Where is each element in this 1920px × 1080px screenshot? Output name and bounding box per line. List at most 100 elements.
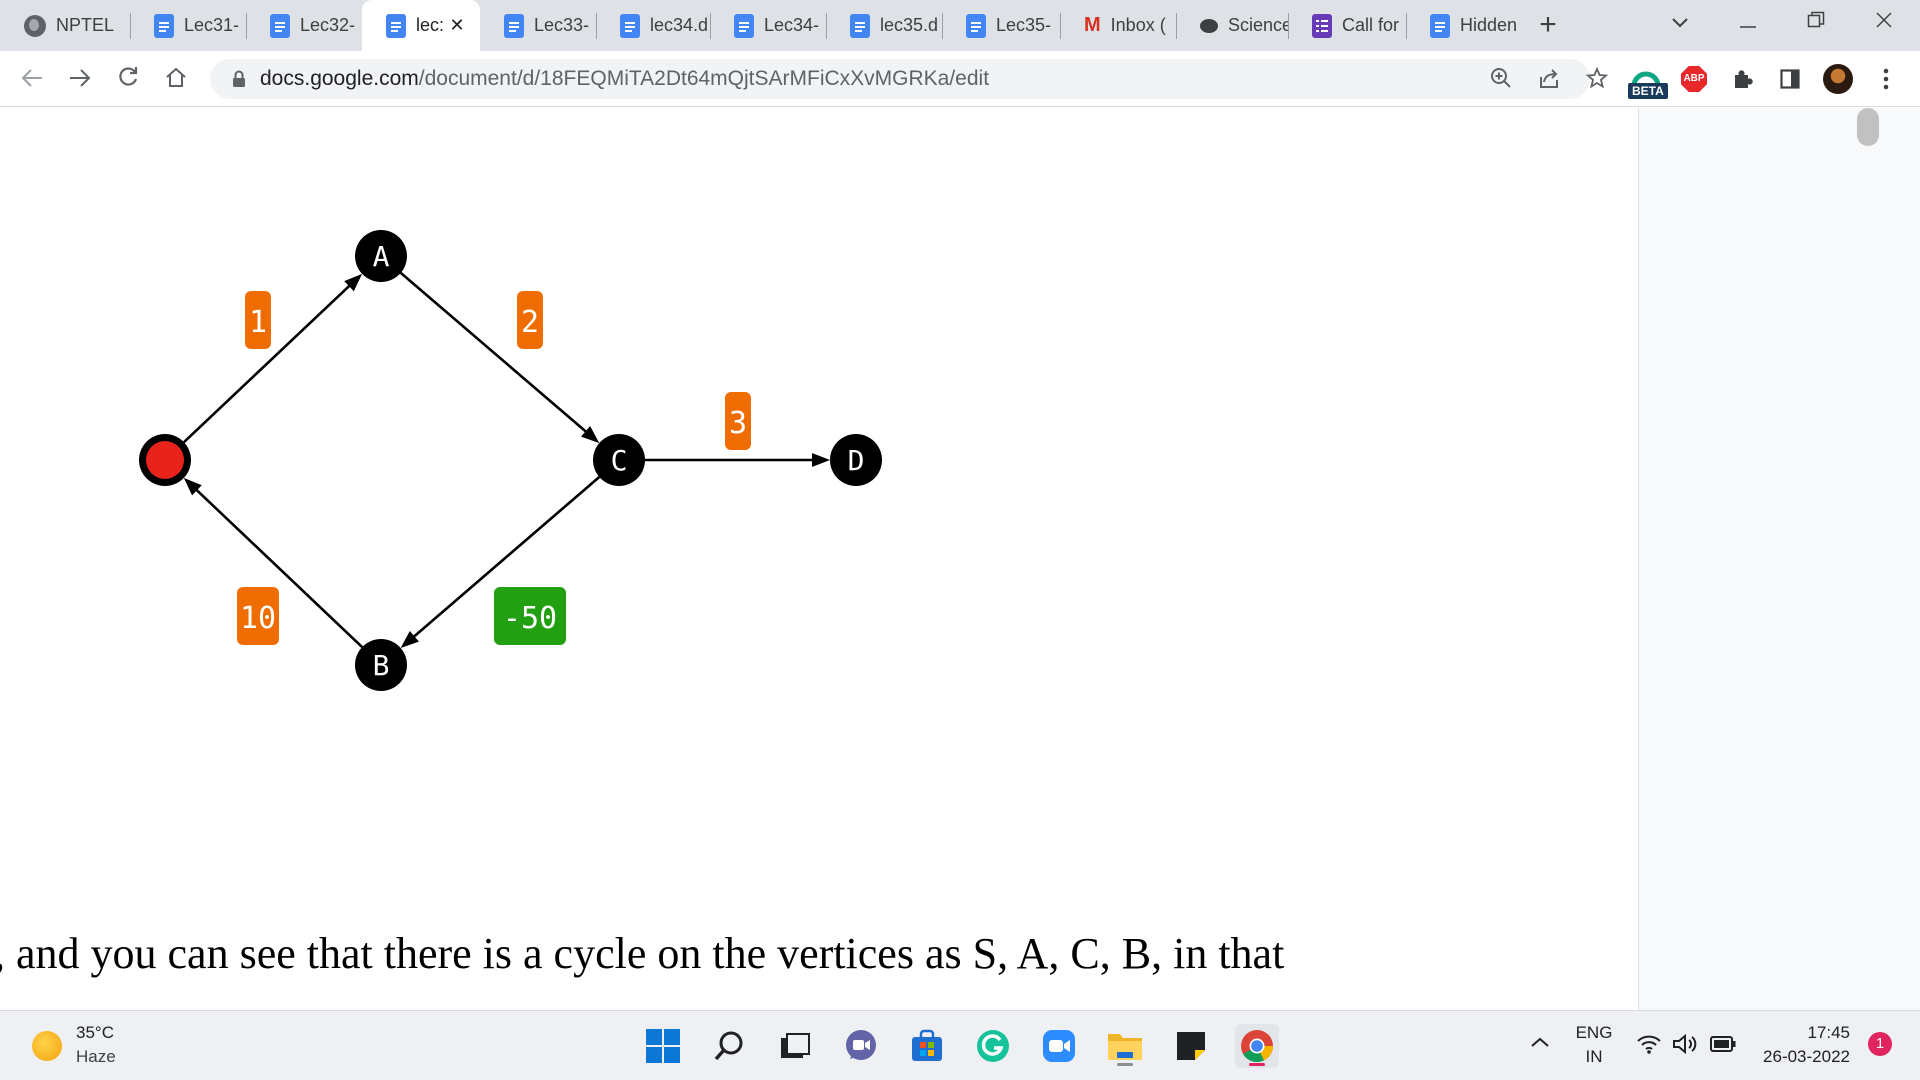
tab-label: Lec32- — [300, 15, 356, 35]
tab-close-icon[interactable]: ✕ — [446, 14, 468, 36]
graph-node: B — [355, 639, 407, 691]
tab-label: Science — [1228, 15, 1288, 35]
profile-avatar[interactable] — [1820, 61, 1856, 97]
language-secondary[interactable]: IN — [1572, 1047, 1616, 1067]
tab-search-chevron-icon[interactable] — [1650, 0, 1710, 44]
docs-icon — [504, 13, 524, 38]
side-panel-icon[interactable] — [1772, 61, 1808, 97]
home-icon[interactable] — [156, 59, 196, 99]
edge-weight-label: 1 — [245, 291, 271, 349]
tab-separator — [826, 13, 827, 39]
clock-date[interactable]: 26-03-2022 — [1750, 1047, 1850, 1067]
browser-tab[interactable]: Lec33- — [480, 0, 596, 51]
edge-weight-label: 3 — [725, 392, 751, 450]
forward-arrow-icon[interactable] — [60, 59, 100, 99]
edge-weight-text: -50 — [503, 601, 557, 636]
edge-arrowhead — [812, 453, 830, 467]
tab-label: NPTEL — [56, 15, 115, 35]
bookmark-star-icon[interactable] — [1584, 66, 1610, 93]
graph-diagram: 1 2 3 -50 10 A B C D — [139, 230, 882, 691]
docs-side-panel — [1638, 108, 1920, 1010]
weather-sun-icon[interactable] — [32, 1031, 62, 1061]
graph-node: D — [830, 434, 882, 486]
browser-tab[interactable]: Lec35- — [942, 0, 1060, 51]
language-primary[interactable]: ENG — [1572, 1023, 1616, 1043]
browser-tab[interactable]: NPTEL — [0, 0, 130, 51]
browser-tab[interactable]: Lec31- — [130, 0, 246, 51]
graph-edge-labels: 1 2 3 -50 10 — [237, 291, 751, 645]
browser-tab[interactable]: Call for — [1288, 0, 1406, 51]
extensions-puzzle-icon[interactable] — [1724, 61, 1760, 97]
tab-label: Lec33- — [534, 15, 590, 35]
edge-line — [399, 271, 591, 437]
browser-tab[interactable]: M Inbox ( — [1060, 0, 1176, 51]
grammarly-icon[interactable] — [971, 1024, 1015, 1068]
zoom-app-icon[interactable] — [1037, 1024, 1081, 1068]
task-view-icon[interactable] — [773, 1024, 817, 1068]
tab-separator — [130, 13, 131, 39]
show-hidden-icons-chevron-icon[interactable] — [1528, 1031, 1552, 1060]
address-bar[interactable]: docs.google.com/document/d/18FEQMiTA2Dt6… — [210, 59, 1609, 99]
graph-edge — [645, 453, 830, 467]
graph-edge — [183, 273, 363, 444]
tab-label: lec: — [416, 15, 445, 35]
lock-icon[interactable] — [232, 70, 246, 88]
restore-button[interactable] — [1786, 0, 1846, 44]
edge-weight-label: -50 — [494, 587, 566, 645]
tab-label: Lec34- — [764, 15, 820, 35]
file-explorer-icon[interactable] — [1103, 1024, 1147, 1068]
edge-weight-label: 10 — [237, 587, 279, 645]
edge-weight-text: 2 — [521, 305, 539, 340]
back-arrow-icon[interactable] — [12, 59, 52, 99]
browser-tab[interactable]: lec: ✕ — [362, 0, 480, 51]
edge-weight-text: 3 — [729, 406, 747, 441]
beta-badge: BETA — [1628, 83, 1668, 99]
chat-icon — [1200, 18, 1218, 33]
docs-icon — [966, 13, 986, 38]
tab-strip: NPTEL Lec31- Lec32- lec: ✕ Lec33- lec34.d Lec34… — [0, 0, 1920, 51]
adblock-plus-icon[interactable]: ABP — [1676, 61, 1712, 97]
scrollbar-thumb[interactable] — [1857, 108, 1879, 146]
browser-tab[interactable]: lec34.d — [596, 0, 710, 51]
reload-icon[interactable] — [108, 59, 148, 99]
weather-temperature[interactable]: 35°C — [76, 1023, 114, 1043]
new-tab-button[interactable]: + — [1530, 8, 1566, 44]
search-icon[interactable] — [707, 1024, 751, 1068]
document-canvas[interactable]: 1 2 3 -50 10 A B C D , and you can see that ther… — [0, 108, 1638, 1010]
microsoft-store-icon[interactable] — [905, 1024, 949, 1068]
tab-separator — [1176, 13, 1177, 39]
graph-node: C — [593, 434, 645, 486]
browser-tab[interactable]: Lec34- — [710, 0, 826, 51]
node-label: C — [611, 444, 628, 477]
close-window-button[interactable] — [1854, 0, 1914, 44]
share-icon[interactable] — [1536, 67, 1562, 93]
running-indicator — [1117, 1063, 1133, 1066]
clock-time[interactable]: 17:45 — [1750, 1023, 1850, 1043]
zoom-icon[interactable] — [1488, 67, 1514, 93]
notification-badge[interactable]: 1 — [1868, 1032, 1892, 1056]
chrome-icon[interactable] — [1235, 1024, 1279, 1068]
tab-label: lec34.d — [650, 15, 709, 35]
browser-tab[interactable]: Lec32- — [246, 0, 362, 51]
wifi-icon[interactable] — [1636, 1033, 1662, 1060]
browser-tab[interactable]: Science — [1176, 0, 1288, 51]
battery-icon[interactable] — [1710, 1035, 1736, 1058]
docs-icon — [1430, 13, 1450, 38]
docs-icon — [154, 13, 174, 38]
teams-chat-icon[interactable] — [839, 1024, 883, 1068]
sticky-notes-icon[interactable] — [1169, 1024, 1213, 1068]
browser-menu-icon[interactable] — [1868, 61, 1904, 97]
tab-label: Lec35- — [996, 15, 1052, 35]
volume-icon[interactable] — [1672, 1033, 1700, 1060]
node-label: A — [373, 240, 390, 273]
avatar-image — [1823, 64, 1853, 94]
browser-tab[interactable]: lec35.d — [826, 0, 942, 51]
forms-icon — [1312, 13, 1332, 38]
start-menu-windows-icon[interactable] — [641, 1024, 685, 1068]
node-label: D — [848, 444, 865, 477]
browser-tab[interactable]: Hidden — [1406, 0, 1516, 51]
minimize-button[interactable] — [1718, 0, 1778, 44]
tab-label: Hidden — [1460, 15, 1516, 35]
weather-condition[interactable]: Haze — [76, 1047, 116, 1067]
tab-separator — [1060, 13, 1061, 39]
